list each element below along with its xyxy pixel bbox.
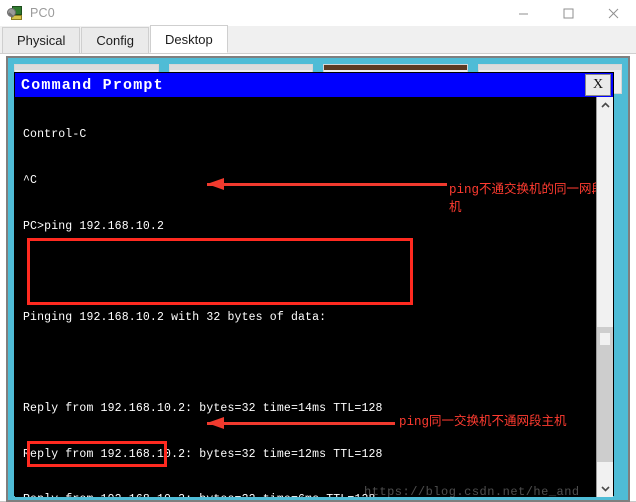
- chevron-up-icon[interactable]: [597, 97, 613, 114]
- window-title: PC0: [30, 6, 55, 20]
- command-prompt-title: Command Prompt: [21, 76, 164, 94]
- watermark-text: https://blog.csdn.net/he_and: [364, 485, 580, 499]
- desktop-panel: Command Prompt X Control-C ^C PC>ping 19…: [6, 56, 630, 502]
- command-prompt-titlebar: Command Prompt X: [15, 73, 613, 97]
- command-prompt-body[interactable]: Control-C ^C PC>ping 192.168.10.2 Pingin…: [15, 97, 613, 497]
- window-controls: [501, 0, 636, 26]
- pc-device-icon: [7, 5, 23, 21]
- terminal-line: Reply from 192.168.10.2: bytes=32 time=1…: [23, 447, 383, 461]
- tab-config[interactable]: Config: [81, 27, 149, 53]
- scrollbar-thumb[interactable]: [597, 327, 613, 462]
- device-tab-strip: Physical Config Desktop: [0, 25, 636, 54]
- tab-desktop[interactable]: Desktop: [150, 25, 228, 53]
- close-icon[interactable]: [591, 0, 636, 26]
- maximize-icon[interactable]: [546, 0, 591, 26]
- minimize-icon[interactable]: [501, 0, 546, 26]
- terminal-line: Control-C: [23, 128, 87, 142]
- tab-physical[interactable]: Physical: [2, 27, 81, 53]
- command-prompt-close-button[interactable]: X: [585, 74, 611, 96]
- terminal-line: PC>ping 192.168.10.2: [23, 219, 165, 233]
- pc0-device-window: PC0 Physical Config Desktop Command Prom…: [0, 0, 636, 502]
- terminal-scrollbar[interactable]: [596, 97, 613, 497]
- command-prompt-window: Command Prompt X Control-C ^C PC>ping 19…: [14, 72, 614, 497]
- terminal-line: Pinging 192.168.10.2 with 32 bytes of da…: [23, 310, 327, 324]
- terminal-line: Reply from 192.168.10.2: bytes=32 time=1…: [23, 401, 383, 415]
- terminal-output: Control-C ^C PC>ping 192.168.10.2 Pingin…: [23, 97, 579, 497]
- terminal-line: ^C: [23, 174, 38, 187]
- window-titlebar: PC0: [0, 0, 636, 26]
